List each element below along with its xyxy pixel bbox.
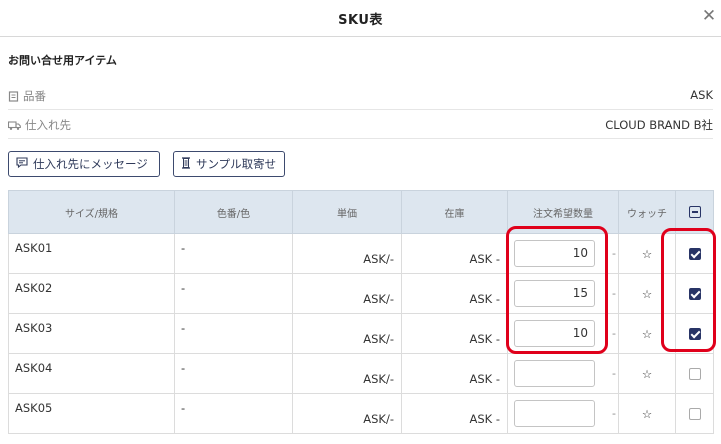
table-row: ASK04 - ASK/- ASK - - ☆ — [8, 353, 714, 394]
qty-dash: - — [612, 287, 616, 300]
chat-icon — [16, 157, 28, 171]
message-supplier-label: 仕入れ先にメッセージ — [33, 157, 148, 171]
info-label: 品番 — [23, 89, 46, 103]
cell-size: ASK04 — [8, 353, 175, 394]
row-checkbox[interactable] — [688, 368, 701, 380]
cell-unit-price: ASK/- — [292, 393, 402, 434]
info-row-product-code: 品番 ASK — [8, 82, 713, 110]
info-label: 仕入れ先 — [25, 118, 71, 132]
cell-size: ASK02 — [8, 273, 175, 314]
watch-star-icon[interactable]: ☆ — [618, 273, 676, 314]
order-qty-input[interactable]: 10 — [514, 240, 595, 267]
watch-star-icon[interactable]: ☆ — [618, 233, 676, 274]
qty-dash: - — [612, 247, 616, 260]
sample-icon — [181, 156, 191, 172]
row-checkbox[interactable] — [688, 328, 701, 340]
cell-unit-price: ASK/- — [292, 273, 402, 314]
qty-dash: - — [612, 407, 616, 420]
item-title: お問い合せ用アイテム — [8, 54, 117, 67]
row-checkbox[interactable] — [688, 248, 701, 260]
cell-color: - — [174, 393, 293, 434]
sku-table: サイズ/規格 色番/色 単価 在庫 注文希望数量 ウォッチ ASK01 - AS… — [8, 190, 714, 434]
column-header-watch: ウォッチ — [618, 190, 676, 234]
qty-dash: - — [612, 367, 616, 380]
modal-header: SKU表 ✕ — [0, 0, 721, 37]
cell-color: - — [174, 353, 293, 394]
cell-stock: ASK - — [401, 353, 508, 394]
order-qty-input[interactable]: 10 — [514, 320, 595, 347]
cell-size: ASK03 — [8, 313, 175, 354]
qty-dash: - — [612, 327, 616, 340]
table-row: ASK01 - ASK/- ASK - 10 - ☆ — [8, 233, 714, 274]
order-qty-input[interactable]: 15 — [514, 280, 595, 307]
column-header-color: 色番/色 — [174, 190, 293, 234]
info-value: ASK — [690, 88, 713, 102]
row-checkbox[interactable] — [688, 408, 701, 420]
request-sample-label: サンプル取寄せ — [196, 157, 277, 171]
table-header-row: サイズ/規格 色番/色 単価 在庫 注文希望数量 ウォッチ — [8, 190, 714, 234]
cell-stock: ASK - — [401, 273, 508, 314]
info-value: CLOUD BRAND B社 — [605, 118, 713, 132]
cell-color: - — [174, 313, 293, 354]
cell-stock: ASK - — [401, 393, 508, 434]
document-icon — [8, 90, 19, 102]
table-row: ASK02 - ASK/- ASK - 15 - ☆ — [8, 273, 714, 314]
info-row-supplier: 仕入れ先 CLOUD BRAND B社 — [8, 111, 713, 139]
cell-unit-price: ASK/- — [292, 313, 402, 354]
cell-stock: ASK - — [401, 313, 508, 354]
message-supplier-button[interactable]: 仕入れ先にメッセージ — [8, 151, 160, 177]
column-header-unit-price: 単価 — [292, 190, 402, 234]
column-header-stock: 在庫 — [401, 190, 508, 234]
watch-star-icon[interactable]: ☆ — [618, 313, 676, 354]
column-header-size: サイズ/規格 — [8, 190, 175, 234]
watch-star-icon[interactable]: ☆ — [618, 353, 676, 394]
cell-unit-price: ASK/- — [292, 233, 402, 274]
request-sample-button[interactable]: サンプル取寄せ — [173, 151, 285, 177]
row-checkbox[interactable] — [688, 288, 701, 300]
cell-unit-price: ASK/- — [292, 353, 402, 394]
watch-star-icon[interactable]: ☆ — [618, 393, 676, 434]
table-row: ASK03 - ASK/- ASK - 10 - ☆ — [8, 313, 714, 354]
cell-color: - — [174, 233, 293, 274]
cell-stock: ASK - — [401, 233, 508, 274]
select-all-checkbox[interactable] — [675, 190, 714, 234]
order-qty-input[interactable] — [514, 400, 595, 427]
cell-size: ASK05 — [8, 393, 175, 434]
cell-color: - — [174, 273, 293, 314]
truck-icon — [8, 120, 21, 131]
table-row: ASK05 - ASK/- ASK - - ☆ — [8, 393, 714, 434]
cell-size: ASK01 — [8, 233, 175, 274]
order-qty-input[interactable] — [514, 360, 595, 387]
minus-square-icon[interactable] — [688, 206, 701, 218]
column-header-order-qty: 注文希望数量 — [507, 190, 619, 234]
close-icon[interactable]: ✕ — [700, 6, 718, 26]
modal-title: SKU表 — [338, 13, 383, 28]
